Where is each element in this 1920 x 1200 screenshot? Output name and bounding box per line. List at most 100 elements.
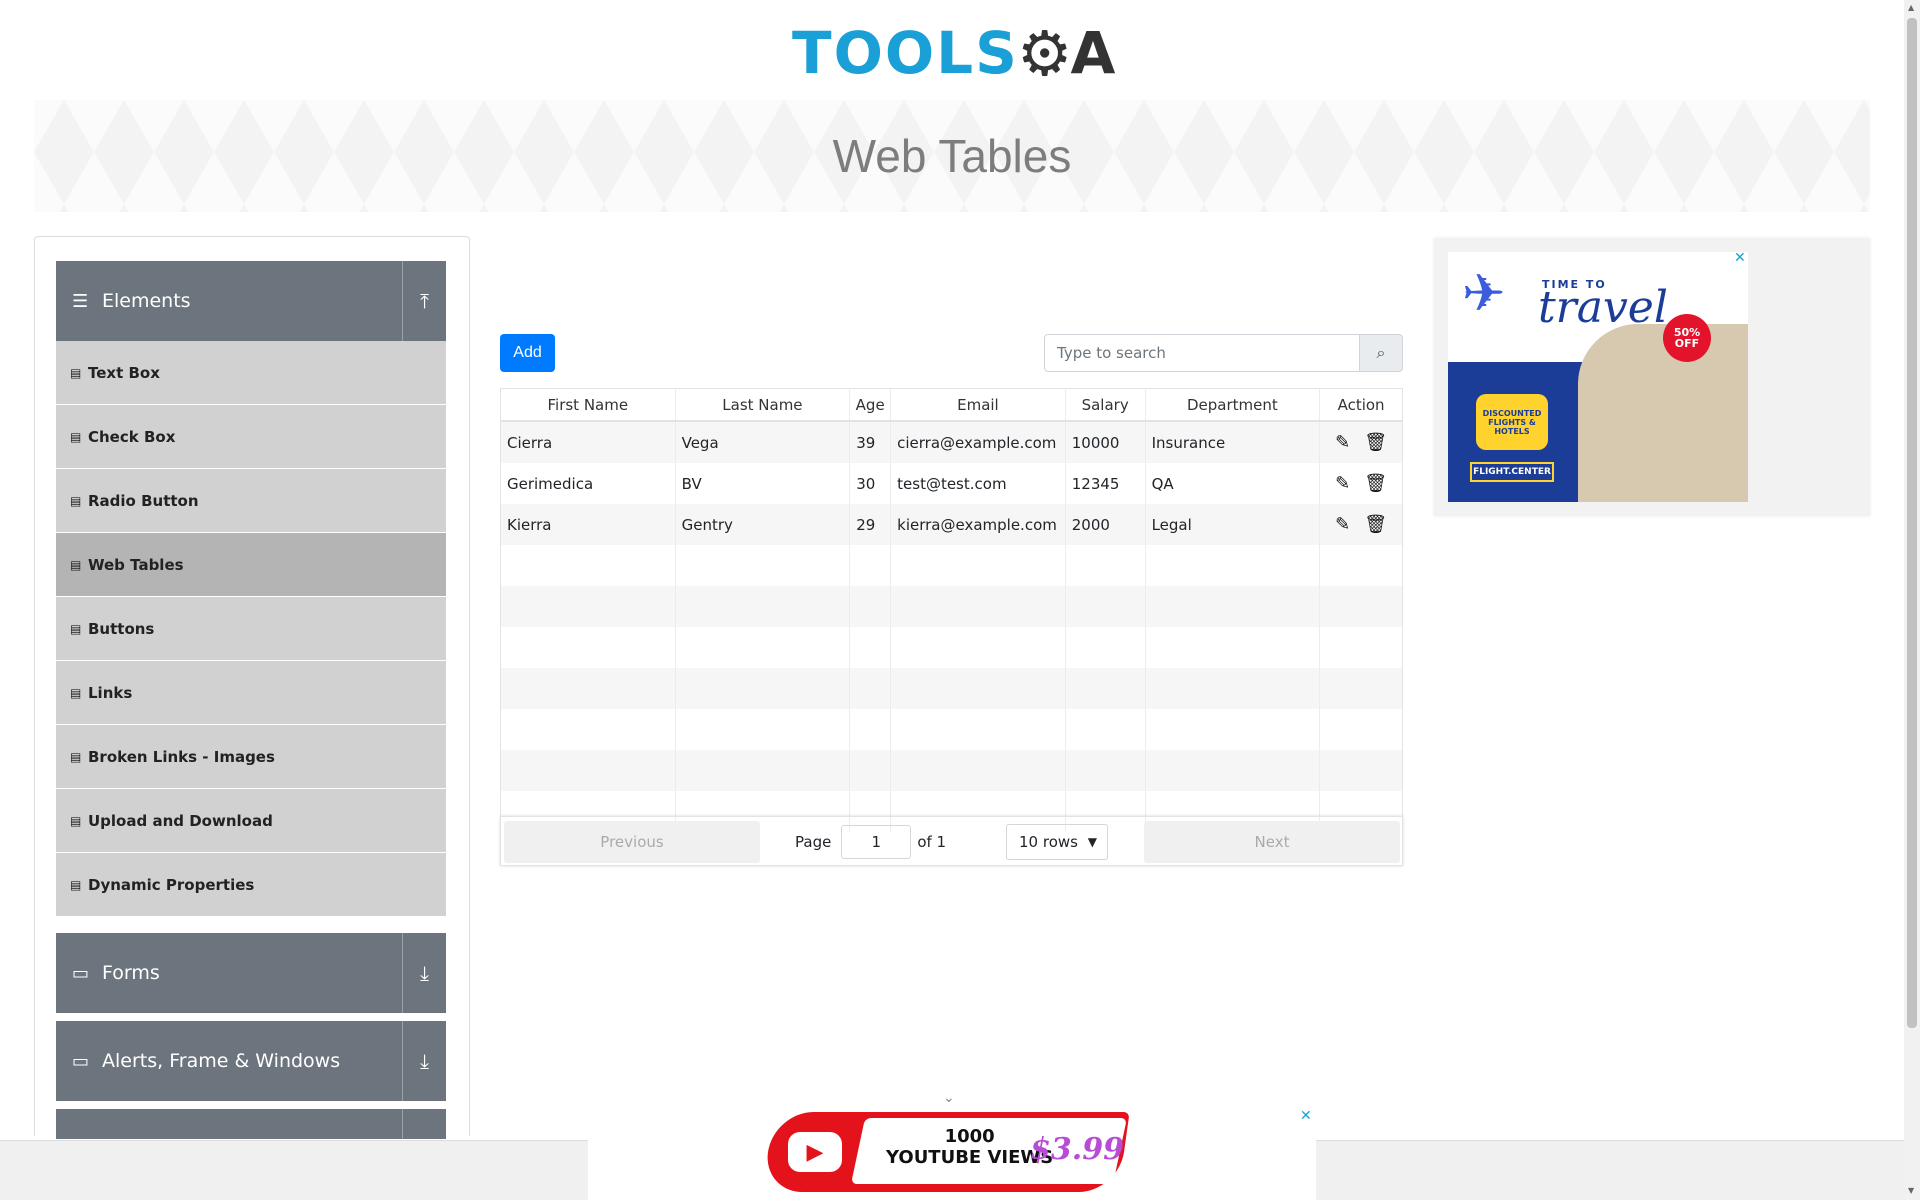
cell-department: QA bbox=[1146, 463, 1321, 504]
add-button[interactable]: Add bbox=[500, 334, 555, 372]
toolsqa-logo[interactable]: TOOLS ⚙ A bbox=[792, 14, 1116, 92]
edit-icon[interactable]: ✎ bbox=[1335, 432, 1350, 453]
group-forms-label: Forms bbox=[102, 962, 160, 984]
sidebar-item-label: Links bbox=[88, 683, 133, 702]
table-header: First Name Last Name Age Email Salary De… bbox=[501, 389, 1402, 422]
ad-discount-badge: 50% OFF bbox=[1663, 314, 1711, 362]
sidebar-item-web-tables[interactable]: ▤ Web Tables bbox=[56, 533, 446, 597]
search-input[interactable] bbox=[1044, 334, 1360, 372]
ad-bubble: DISCOUNTED FLIGHTS & HOTELS bbox=[1476, 394, 1548, 450]
cell-age: 29 bbox=[850, 504, 892, 545]
item-icon: ▤ bbox=[70, 621, 82, 636]
item-icon: ▤ bbox=[70, 557, 82, 572]
page-banner: Web Tables bbox=[34, 100, 1870, 212]
sidebar-item-label: Broken Links - Images bbox=[88, 747, 275, 766]
ad-brand: FLIGHT.CENTER bbox=[1470, 462, 1554, 482]
group-elements[interactable]: ☰ Elements ⤒ bbox=[56, 261, 446, 341]
cell-first-name: Gerimedica bbox=[501, 463, 676, 504]
scrollbar[interactable]: ▲ ▼ bbox=[1904, 0, 1920, 1200]
travel-ad[interactable]: ✈ TIME TO travel 50% OFF DISCOUNTED FLIG… bbox=[1448, 252, 1748, 502]
gear-icon: ⚙ bbox=[1016, 16, 1073, 90]
sidebar-item-label: Text Box bbox=[88, 363, 160, 382]
scroll-thumb[interactable] bbox=[1907, 18, 1917, 1028]
cell-action: ✎ 🗑 bbox=[1320, 504, 1402, 545]
sidebar-item-label: Buttons bbox=[88, 619, 155, 638]
sidebar-item-radio-button[interactable]: ▤ Radio Button bbox=[56, 469, 446, 533]
scroll-up-icon[interactable]: ▲ bbox=[1908, 3, 1914, 12]
previous-button[interactable]: Previous bbox=[504, 821, 760, 863]
sidebar-item-broken-links[interactable]: ▤ Broken Links - Images bbox=[56, 725, 446, 789]
cell-email: test@test.com bbox=[891, 463, 1066, 504]
close-icon[interactable]: ✕ bbox=[1734, 250, 1746, 266]
col-first-name[interactable]: First Name bbox=[501, 389, 676, 420]
sidebar-item-upload-download[interactable]: ▤ Upload and Download bbox=[56, 789, 446, 853]
cell-last-name: Gentry bbox=[676, 504, 851, 545]
page-indicator: Page 1 of 1 bbox=[795, 825, 946, 859]
cell-department: Legal bbox=[1146, 504, 1321, 545]
sidebar-item-label: Upload and Download bbox=[88, 811, 273, 830]
page-total: of 1 bbox=[917, 833, 947, 851]
sidebar-item-check-box[interactable]: ▤ Check Box bbox=[56, 405, 446, 469]
play-icon: ▶ bbox=[788, 1132, 842, 1172]
edit-icon[interactable]: ✎ bbox=[1335, 473, 1350, 494]
close-icon[interactable]: ✕ bbox=[1300, 1108, 1312, 1124]
sidebar-item-dynamic-properties[interactable]: ▤ Dynamic Properties bbox=[56, 853, 446, 917]
cell-email: cierra@example.com bbox=[891, 422, 1066, 463]
group-elements-label: Elements bbox=[102, 290, 191, 312]
col-department[interactable]: Department bbox=[1146, 389, 1321, 420]
trash-icon[interactable]: 🗑 bbox=[1364, 432, 1387, 453]
item-icon: ▤ bbox=[70, 813, 82, 828]
collapse-icon[interactable]: ⤒ bbox=[402, 261, 446, 341]
ad-bottom[interactable]: ▶ 1000 YOUTUBE VIEWS $3.99 bbox=[588, 1110, 1316, 1200]
trash-icon[interactable]: 🗑 bbox=[1364, 514, 1387, 535]
scroll-down-icon[interactable]: ▼ bbox=[1908, 1186, 1914, 1195]
table-row: Kierra Gentry 29 kierra@example.com 2000… bbox=[501, 504, 1402, 545]
sidebar-item-label: Radio Button bbox=[88, 491, 199, 510]
col-action: Action bbox=[1337, 395, 1385, 414]
item-icon: ▤ bbox=[70, 365, 82, 380]
search-icon[interactable]: ⌕ bbox=[1360, 334, 1403, 372]
page-number-input[interactable]: 1 bbox=[841, 825, 912, 859]
airplane-icon: ✈ bbox=[1462, 264, 1506, 324]
empty-row bbox=[501, 545, 1402, 586]
item-icon: ▤ bbox=[70, 685, 82, 700]
sidebar-item-label: Check Box bbox=[88, 427, 176, 446]
empty-row bbox=[501, 627, 1402, 668]
sidebar-item-links[interactable]: ▤ Links bbox=[56, 661, 446, 725]
cell-age: 39 bbox=[850, 422, 892, 463]
rows-per-page-select[interactable]: 10 rows ▼ bbox=[1006, 824, 1108, 860]
window-icon: ▭ bbox=[72, 1050, 90, 1072]
logo-tail: A bbox=[1070, 19, 1116, 87]
sidebar-item-text-box[interactable]: ▤ Text Box bbox=[56, 341, 446, 405]
item-icon: ▤ bbox=[70, 749, 82, 764]
col-email[interactable]: Email bbox=[891, 389, 1066, 420]
expand-icon[interactable]: ⤓ bbox=[402, 1021, 446, 1101]
expand-icon[interactable] bbox=[402, 1109, 446, 1139]
empty-row bbox=[501, 709, 1402, 750]
search-box: ⌕ bbox=[1044, 334, 1403, 372]
chevron-down-icon: ▼ bbox=[1087, 835, 1097, 849]
table-body: Cierra Vega 39 cierra@example.com 10000 … bbox=[501, 422, 1402, 832]
group-alerts[interactable]: ▭ Alerts, Frame & Windows ⤓ bbox=[56, 1021, 446, 1101]
item-icon: ▤ bbox=[70, 493, 82, 508]
cell-first-name: Cierra bbox=[501, 422, 676, 463]
page-title: Web Tables bbox=[832, 130, 1072, 182]
cell-salary: 2000 bbox=[1066, 504, 1146, 545]
ad-price: $3.99 bbox=[1030, 1132, 1124, 1167]
col-age[interactable]: Age bbox=[850, 389, 892, 420]
expand-icon[interactable]: ⤓ bbox=[402, 933, 446, 1013]
trash-icon[interactable]: 🗑 bbox=[1364, 473, 1387, 494]
col-salary[interactable]: Salary bbox=[1066, 389, 1146, 420]
item-icon: ▤ bbox=[70, 877, 82, 892]
group-next[interactable] bbox=[56, 1109, 446, 1139]
next-button[interactable]: Next bbox=[1144, 821, 1400, 863]
col-last-name[interactable]: Last Name bbox=[676, 389, 851, 420]
ad-photo bbox=[1578, 324, 1748, 502]
sidebar-item-buttons[interactable]: ▤ Buttons bbox=[56, 597, 446, 661]
group-forms[interactable]: ▭ Forms ⤓ bbox=[56, 933, 446, 1013]
edit-icon[interactable]: ✎ bbox=[1335, 514, 1350, 535]
youtube-ad: ▶ 1000 YOUTUBE VIEWS $3.99 bbox=[762, 1112, 1130, 1192]
item-icon: ▤ bbox=[70, 429, 82, 444]
cell-action: ✎ 🗑 bbox=[1320, 422, 1402, 463]
chevron-down-icon[interactable]: ⌄ bbox=[943, 1090, 955, 1106]
